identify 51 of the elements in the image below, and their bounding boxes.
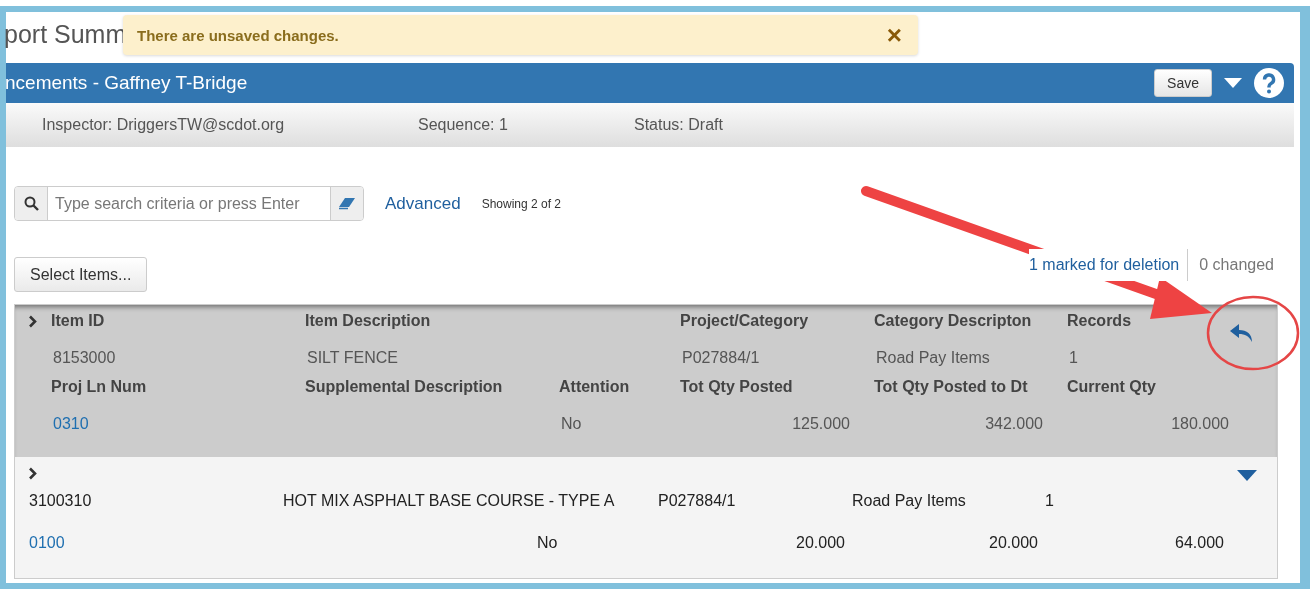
table-cell: HOT MIX ASPHALT BASE COURSE - TYPE A (283, 492, 615, 510)
dropdown-caret-icon[interactable] (1237, 470, 1257, 481)
dropdown-caret-icon[interactable] (1224, 77, 1242, 89)
field-label: Item Description (305, 312, 431, 330)
advanced-link[interactable]: Advanced (385, 193, 461, 214)
expand-chevron-icon[interactable] (28, 467, 38, 480)
select-items-button[interactable]: Select Items... (14, 257, 148, 292)
field-label: Tot Qty Posted (680, 378, 793, 396)
table-cell-text: 20.000 (988, 534, 1038, 552)
table-cell-text: 125.000 (791, 415, 850, 433)
table-cell-text: P027884/1 (681, 349, 760, 367)
header-title: ncements - Gaffney T-Bridge (5, 72, 248, 94)
field-label: Tot Qty Posted to Dt (874, 378, 1028, 396)
save-button[interactable]: Save (1154, 69, 1212, 97)
help-icon[interactable] (1254, 68, 1284, 98)
expand-chevron-icon[interactable] (28, 315, 38, 328)
field-label: Current Qty (1067, 378, 1156, 396)
info-text: Inspector: DriggersTW@scdot.org (42, 116, 286, 134)
search-icon[interactable] (23, 196, 39, 211)
table-cell-text: 8153000 (52, 349, 116, 367)
marked-for-deletion-link[interactable]: 1 marked for deletion (1028, 248, 1189, 281)
info-text: Sequence: 1 (418, 116, 509, 134)
banner-message: There are unsaved changes. (137, 26, 339, 44)
table-cell-text: 1 (1068, 349, 1078, 367)
table-cell: 1 (1045, 492, 1054, 510)
eraser-icon[interactable] (339, 197, 355, 210)
result-count: Showing 2 of 2 (481, 196, 561, 211)
table-cell: Road Pay Items (852, 492, 966, 510)
table-cell-text: Road Pay Items (875, 349, 990, 367)
field-label: Attention (559, 378, 630, 396)
table-cell-text: SILT FENCE (306, 349, 398, 367)
close-button[interactable]: × (882, 22, 906, 48)
table-cell: No (537, 534, 558, 552)
table-cell-text: 64.000 (1174, 534, 1224, 552)
field-label: Item ID (51, 312, 105, 330)
field-label: Project/Category (680, 312, 809, 330)
undo-icon[interactable] (1229, 323, 1255, 343)
table-cell-text: 20.000 (795, 534, 845, 552)
search-field[interactable]: Type search criteria or press Enter (14, 186, 364, 221)
table-cell: P027884/1 (658, 492, 736, 510)
line-number-link[interactable]: 0100 (29, 534, 65, 552)
table-cell: 3100310 (29, 492, 92, 510)
table-cell-text: No (560, 415, 582, 433)
field-label: Proj Ln Num (51, 378, 147, 396)
field-label: Records (1067, 312, 1132, 330)
field-label: Category Descripton (874, 312, 1032, 330)
field-label: Supplemental Description (305, 378, 503, 396)
table-cell-text: 180.000 (1170, 415, 1229, 433)
changed-count: 0 changed (1198, 255, 1274, 274)
info-text: Status: Draft (634, 116, 723, 134)
table-cell-text: 342.000 (984, 415, 1043, 433)
